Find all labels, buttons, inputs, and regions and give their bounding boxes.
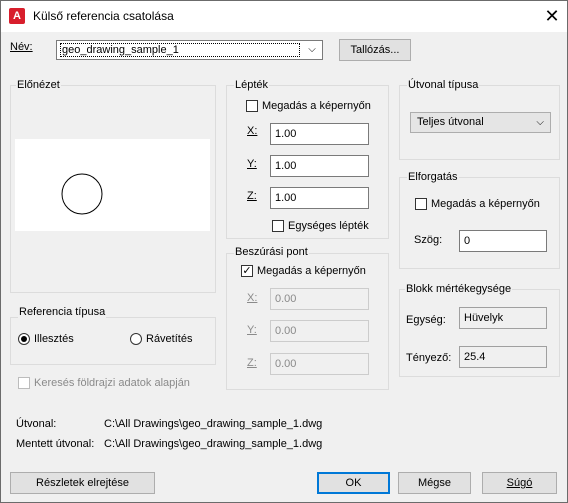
chevron-down-icon[interactable]: ⌵ — [304, 42, 320, 58]
preview-canvas — [15, 139, 210, 231]
path-type-select[interactable]: Teljes útvonal ⌵ — [410, 112, 551, 133]
overlay-label: Rávetítés — [146, 333, 193, 345]
autocad-app-icon: A — [9, 8, 25, 24]
factor-label: Tényező: — [406, 352, 452, 364]
dialog-window: A Külső referencia csatolása ✕ Név: geo_… — [0, 0, 568, 503]
overlay-radio[interactable] — [130, 333, 142, 345]
scale-y-input[interactable]: 1.00 — [270, 155, 369, 177]
saved-path-label: Mentett útvonal: — [16, 438, 95, 450]
scale-z-label: Z: — [247, 190, 257, 202]
path-type-title: Útvonal típusa — [407, 79, 480, 91]
title-bar: A Külső referencia csatolása ✕ — [1, 1, 567, 32]
name-label: Név: — [10, 41, 33, 53]
rotation-specify-checkbox[interactable] — [415, 198, 427, 210]
path-label: Útvonal: — [16, 418, 57, 430]
chevron-down-icon: ⌵ — [536, 117, 544, 128]
block-unit-title: Blokk mértékegysége — [405, 283, 513, 295]
scale-title: Lépték — [234, 79, 270, 91]
insertion-specify-label: Megadás a képernyőn — [257, 265, 366, 277]
geo-location-checkbox[interactable] — [18, 377, 30, 389]
insertion-x-label: X: — [247, 292, 258, 304]
path-type-value: Teljes útvonal — [417, 116, 484, 128]
scale-specify-label: Megadás a képernyőn — [262, 100, 371, 112]
insertion-y-label: Y: — [247, 324, 257, 336]
insertion-x-input[interactable]: 0.00 — [270, 288, 369, 310]
rotation-specify-label: Megadás a képernyőn — [431, 198, 540, 210]
insertion-z-input[interactable]: 0.00 — [270, 353, 369, 375]
insertion-y-input[interactable]: 0.00 — [270, 320, 369, 342]
attach-radio[interactable] — [18, 333, 30, 345]
unit-label: Egység: — [406, 314, 446, 326]
scale-specify-checkbox[interactable] — [246, 100, 258, 112]
scale-x-label: X: — [247, 125, 258, 137]
insertion-specify-checkbox[interactable]: ✓ — [241, 265, 253, 277]
unit-value: Hüvelyk — [459, 307, 547, 329]
help-button[interactable]: Súgó — [482, 472, 557, 494]
uniform-scale-checkbox[interactable] — [272, 220, 284, 232]
window-title: Külső referencia csatolása — [33, 9, 174, 23]
uniform-scale-label: Egységes lépték — [288, 220, 369, 232]
scale-x-input[interactable]: 1.00 — [270, 123, 369, 145]
scale-z-input[interactable]: 1.00 — [270, 187, 369, 209]
cancel-button[interactable]: Mégse — [398, 472, 471, 494]
name-combobox[interactable]: geo_drawing_sample_1 ⌵ — [56, 40, 323, 60]
angle-input[interactable]: 0 — [459, 230, 547, 252]
reference-type-title: Referencia típusa — [18, 306, 107, 318]
preview-title: Előnézet — [16, 79, 61, 91]
insertion-point-title: Beszúrási pont — [234, 246, 309, 258]
rotation-group — [399, 177, 560, 269]
hide-details-button[interactable]: Részletek elrejtése — [10, 472, 155, 494]
angle-label: Szög: — [414, 234, 443, 246]
scale-y-label: Y: — [247, 158, 257, 170]
rotation-title: Elforgatás — [407, 171, 459, 183]
ok-button[interactable]: OK — [317, 472, 390, 494]
path-value: C:\All Drawings\geo_drawing_sample_1.dwg — [104, 418, 323, 430]
saved-path-value: C:\All Drawings\geo_drawing_sample_1.dwg — [104, 438, 323, 450]
browse-button[interactable]: Tallózás... — [339, 39, 411, 61]
geo-location-label: Keresés földrajzi adatok alapján — [34, 377, 190, 389]
attach-label: Illesztés — [34, 333, 74, 345]
close-icon[interactable]: ✕ — [539, 3, 565, 29]
preview-drawing — [61, 173, 103, 215]
insertion-z-label: Z: — [247, 357, 257, 369]
factor-value: 25.4 — [459, 346, 547, 368]
name-value: geo_drawing_sample_1 — [62, 44, 179, 56]
